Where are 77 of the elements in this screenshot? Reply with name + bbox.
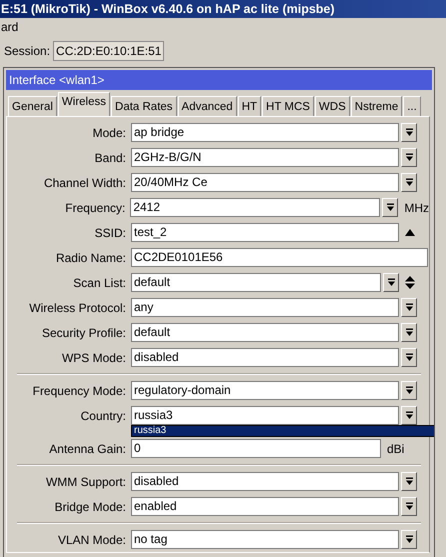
tab[interactable]: Advanced (178, 96, 237, 116)
field-label: Frequency Mode: (32, 384, 127, 398)
input-field[interactable]: no tag (131, 530, 399, 549)
field-label: Mode: (92, 126, 127, 140)
window-title: E:51 (MikroTik) - WinBox v6.40.6 on hAP ac lite (mipsbe) (0, 0, 446, 18)
dropdown-arrow-icon (404, 153, 414, 162)
dropdown-button[interactable] (401, 173, 417, 192)
input-field[interactable]: 20/40MHz Ce (131, 173, 399, 192)
tab[interactable]: ... (403, 96, 421, 116)
tab[interactable]: Nstreme (350, 96, 402, 116)
dropdown-button[interactable] (401, 298, 417, 317)
tab[interactable]: HT (238, 96, 262, 116)
collapse-arrow-icon[interactable] (405, 229, 415, 236)
dropdown-button[interactable] (401, 530, 417, 549)
dropdown-button[interactable] (401, 123, 417, 142)
unit-label: MHz (404, 200, 429, 214)
dropdown-arrow-icon (404, 128, 414, 137)
field-label: Radio Name: (54, 250, 127, 264)
tab[interactable]: WDS (314, 96, 350, 116)
dropdown-arrow-icon (386, 203, 395, 212)
input-field[interactable]: CC2DE0101E56 (131, 248, 428, 267)
input-field[interactable]: test_2 (131, 223, 399, 242)
input-field[interactable]: regulatory-domain (131, 381, 399, 400)
tab[interactable]: HT MCS (262, 96, 314, 116)
field-label: Frequency: (64, 200, 126, 214)
input-field[interactable]: 0 (131, 439, 381, 458)
input-field[interactable]: any (131, 298, 399, 317)
field-label: WMM Support: (44, 474, 127, 488)
dropdown-arrow-icon (404, 303, 414, 312)
session-label: Session: (4, 44, 50, 58)
dropdown-button[interactable] (401, 406, 417, 425)
field-label: Bridge Mode: (54, 500, 127, 514)
dropdown-arrow-icon (404, 477, 414, 486)
dropdown-option[interactable]: russia3 (132, 426, 434, 436)
field-label: VLAN Mode: (56, 532, 127, 546)
session-field: CC:2D:E0:10:1E:51 (53, 41, 164, 61)
field-label: Security Profile: (40, 326, 127, 340)
field-label: Country: (80, 408, 127, 422)
field-label: Band: (94, 150, 127, 164)
dropdown-arrow-icon (386, 278, 396, 287)
dropdown-button[interactable] (383, 273, 399, 292)
menu-item[interactable]: ard (0, 20, 20, 34)
tab[interactable]: Wireless (58, 92, 110, 116)
dropdown-arrow-icon (404, 353, 414, 362)
up-down-arrows-icon[interactable] (405, 276, 415, 289)
field-label: Channel Width: (42, 176, 127, 190)
dropdown-arrow-icon (404, 502, 414, 511)
input-field[interactable]: russia3 (131, 406, 399, 425)
field-label: Scan List: (72, 276, 127, 290)
input-field[interactable]: ap bridge (131, 123, 399, 142)
dropdown-arrow-icon (404, 386, 414, 395)
dropdown-button[interactable] (401, 348, 417, 367)
dropdown-arrow-icon (404, 535, 414, 544)
input-field[interactable]: disabled (131, 472, 399, 491)
tab[interactable]: Data Rates (111, 96, 177, 116)
input-field[interactable]: disabled (131, 348, 399, 367)
dialog-title: Interface <wlan1> (6, 70, 432, 90)
dropdown-button[interactable] (401, 472, 417, 491)
dropdown-arrow-icon (404, 178, 414, 187)
unit-label: dBi (387, 442, 404, 456)
field-label: Wireless Protocol: (28, 300, 127, 314)
dropdown-button[interactable] (401, 381, 417, 400)
dropdown-button[interactable] (401, 497, 417, 516)
input-field[interactable]: 2412 (130, 198, 380, 217)
field-label: Antenna Gain: (48, 442, 127, 456)
input-field[interactable]: default (131, 323, 399, 342)
field-label: WPS Mode: (60, 350, 127, 364)
dropdown-arrow-icon (404, 328, 414, 337)
input-field[interactable]: default (131, 273, 381, 292)
dropdown-arrow-icon (404, 411, 414, 420)
input-field[interactable]: 2GHz-B/G/N (131, 148, 399, 167)
dropdown-button[interactable] (401, 148, 417, 167)
field-label: SSID: (94, 226, 127, 240)
tab[interactable]: General (8, 96, 57, 116)
dropdown-button[interactable] (401, 323, 417, 342)
dropdown-button[interactable] (382, 198, 398, 217)
input-field[interactable]: enabled (131, 497, 399, 516)
